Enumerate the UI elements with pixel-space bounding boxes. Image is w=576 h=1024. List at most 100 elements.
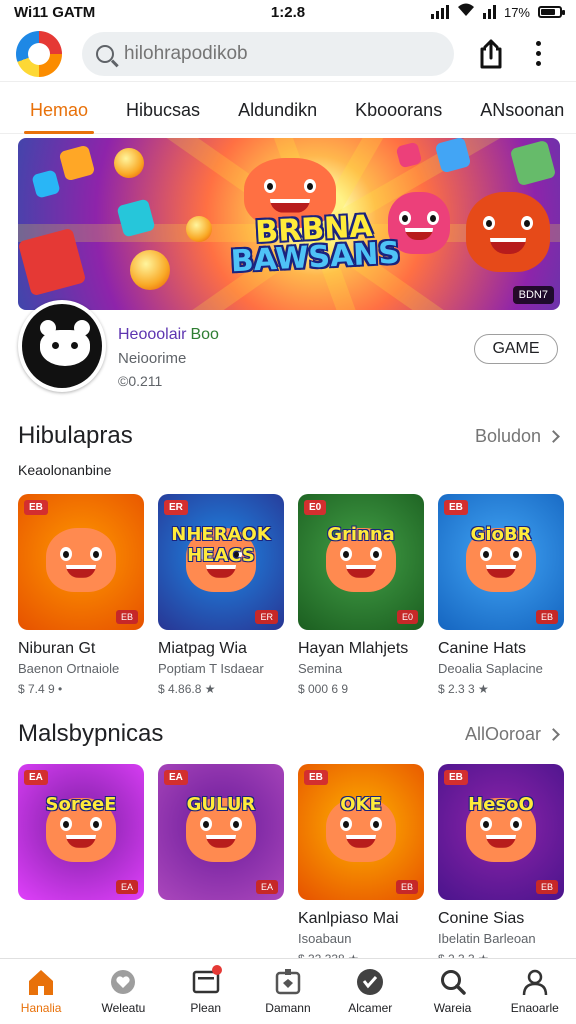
card-tag: EA [24,770,48,785]
app-icon[interactable] [18,300,106,392]
cookie-decoration [130,250,170,290]
app-developer: Neioorime [118,350,187,367]
app-name: Heooolair Boo [118,326,219,343]
game-card-artwork[interactable]: EB EB [18,494,144,630]
card-tag: EB [304,770,328,785]
game-card[interactable]: EB EB GioBR Canine Hats Deoalia Saplacine $ 2… [438,494,564,696]
status-bar: Wi11 GATM 1:2.8 17% [0,0,576,24]
game-card[interactable]: E0 E0 Grinna Hayan Mlahjets Semina $ 000 6 9 [298,494,424,696]
bottom-navigation: Hanalia Weleatu Plean Damann Alcamer War… [0,958,576,1024]
card-corner-tag: EA [115,880,138,894]
game-card-artwork[interactable]: EB EB GioBR [438,494,564,630]
cube-decoration [58,144,96,182]
card-corner-tag: EB [535,610,558,624]
nav-home[interactable]: Hanalia [1,967,81,1015]
carrier-label: Wi11 GATM [14,3,96,21]
inbox-icon [190,965,222,997]
card-subtitle: Deoalia Saplacine [438,661,543,676]
card-tag: E0 [304,500,327,515]
card-tag: ER [164,500,188,515]
apps-icon [272,967,304,997]
card-subtitle: Baenon Ortnaiole [18,661,120,676]
nav-item-3[interactable]: Plean [166,965,246,1015]
search-input[interactable] [124,42,424,65]
nav-item-7[interactable]: Enaoarle [495,967,575,1015]
card-price: $ 000 6 9 [298,682,349,696]
wifi-icon [457,3,475,21]
game-card-artwork[interactable]: E0 E0 Grinna [298,494,424,630]
share-button[interactable] [476,37,506,71]
card-corner-tag: EB [395,880,418,894]
battery-icon [538,6,565,18]
signal-icon-2 [482,5,496,19]
search-icon [437,967,469,997]
card-art-title: GioBR [470,524,532,545]
app-logo[interactable] [16,30,62,77]
card-tag: EB [444,500,468,515]
card-tag: EA [164,770,188,785]
tab-2[interactable]: Hibucsas [126,88,200,134]
more-menu-button[interactable] [528,37,548,71]
nav-item-2[interactable]: Weleatu [83,967,163,1015]
search-bar[interactable] [82,31,454,76]
game-card[interactable]: EBEBOKEKanlpiaso MaiIsoabaun$ 32.338 ★ [298,764,424,966]
chevron-right-icon [547,727,560,741]
bear-character [466,192,550,272]
section-title: Malsbypnicas [18,720,164,747]
card-art-title: OKE [340,794,382,815]
game-card-artwork[interactable]: EA EA SoreeE [18,764,144,900]
app-meta: ©0.211 [118,373,163,389]
card-title: Miatpag Wia [158,640,247,657]
tab-5[interactable]: ANsoonan [480,88,564,134]
game-card[interactable]: EA EA GULUR [158,764,284,919]
game-card[interactable]: EA EA SoreeE [18,764,144,919]
nav-item-6[interactable]: Wareia [413,967,493,1015]
game-card[interactable]: ER ER NHERAOK HEACS Miatpag Wia Poptiam T Is… [158,494,284,696]
game-card-artwork[interactable]: EA EA GULUR [158,764,284,900]
tab-home[interactable]: Hemao [23,88,95,134]
bear-face-icon [40,320,90,366]
more-dots-icon [535,41,541,46]
game-card-artwork[interactable]: EB EB HesoO [438,764,564,900]
game-card-artwork[interactable]: EB EB OKE [298,764,424,900]
card-art-title: NHERAOK HEACS [171,524,271,566]
heart-icon [107,967,139,997]
card-subtitle: Poptiam T Isdaear [158,661,264,676]
card-subtitle: Ibelatin Barleoan [438,931,536,946]
game-card[interactable]: EB EB Niburan Gt Baenon Ortnaiole $ 7.4 9 • [18,494,144,696]
status-indicators: 17% [430,3,565,21]
card-title: Conine Sias [438,910,525,927]
coin-decoration [114,148,144,178]
see-more-link[interactable]: AllOoroar [465,724,560,745]
game-button[interactable]: GAME [474,334,558,364]
card-corner-tag: ER [255,610,278,624]
featured-banner[interactable]: BRBNA BAWSANS BDN7 [18,138,560,310]
card-corner-tag: EA [255,880,278,894]
tab-4[interactable]: Kbooorans [355,88,442,134]
search-icon [96,44,114,63]
card-tag: EB [24,500,48,515]
cube-decoration [31,169,61,199]
card-price: $ 2.3 3 ★ [438,682,489,696]
chevron-right-icon [547,429,560,443]
top-app-bar [0,26,576,82]
card-art-title: Grinna [327,524,395,545]
card-price: $ 4.86.8 ★ [158,682,216,696]
featured-app-row[interactable]: Heooolair Boo Neioorime ©0.211 GAME [18,300,560,396]
see-more-link[interactable]: Boludon [475,426,560,447]
card-art-title: SoreeE [45,794,117,815]
game-card[interactable]: EBEBHesoOConine SiasIbelatin Barleoan$ 2… [438,764,564,966]
profile-icon [519,967,551,997]
card-price: $ 7.4 9 • [18,682,63,696]
card-subtitle: Semina [298,661,343,676]
card-art-title: GULUR [186,794,256,815]
signal-icon [430,5,449,19]
section-header: Malsbypnicas AllOoroar [18,718,560,750]
nav-item-4[interactable]: Damann [248,967,328,1015]
nav-item-5[interactable]: Alcamer [330,967,410,1015]
section-title: Hibulapras [18,422,133,449]
game-card-artwork[interactable]: ER ER NHERAOK HEACS [158,494,284,630]
coin-decoration [186,216,212,242]
tab-3[interactable]: Aldundikn [238,88,317,134]
home-icon [25,967,57,997]
